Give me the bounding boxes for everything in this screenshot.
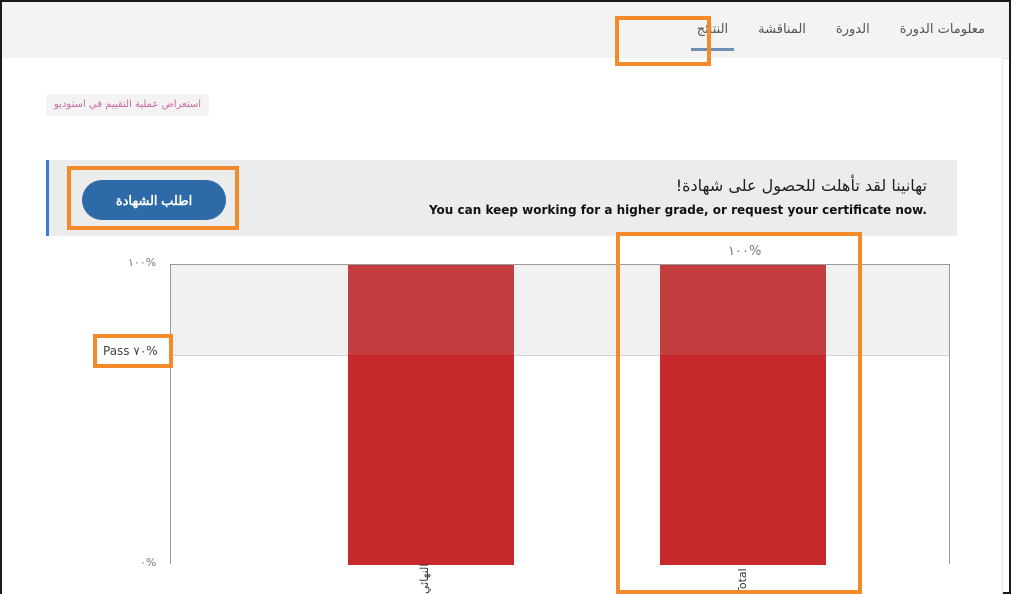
banner-subtitle: You can keep working for a higher grade,… [428,203,927,217]
tab-progress[interactable]: النتائج [690,2,735,58]
view-grading-in-studio-link[interactable]: استعراض عملية التقييم في استوديو [46,94,209,116]
y-tick-top: ١٠٠% [128,256,157,269]
category-label-total: Total [736,568,749,594]
grade-chart [170,264,950,565]
bar-total [660,265,826,565]
category-label-final: النهائي [418,563,431,594]
request-certificate-button[interactable]: اطلب الشهادة [82,180,226,220]
tab-discussion[interactable]: المناقشة [758,2,806,58]
bar-final [348,265,514,565]
tab-course[interactable]: الدورة [836,2,870,58]
banner-title: تهانينا لقد تأهلت للحصول على شهادة! [675,176,927,195]
course-tabs-bar: معلومات الدورة الدورة المناقشة النتائج [2,2,1009,59]
course-tabs: معلومات الدورة الدورة المناقشة النتائج [667,2,985,58]
bar-segment-above-pass [660,265,826,355]
pass-threshold-label: Pass ٧٠% [103,344,158,358]
bar-value-total: ١٠٠% [728,244,762,259]
tab-course-info[interactable]: معلومات الدورة [900,2,985,58]
pass-band [171,265,949,356]
y-tick-bottom: ٠% [140,556,157,569]
bar-segment-above-pass [348,265,514,355]
